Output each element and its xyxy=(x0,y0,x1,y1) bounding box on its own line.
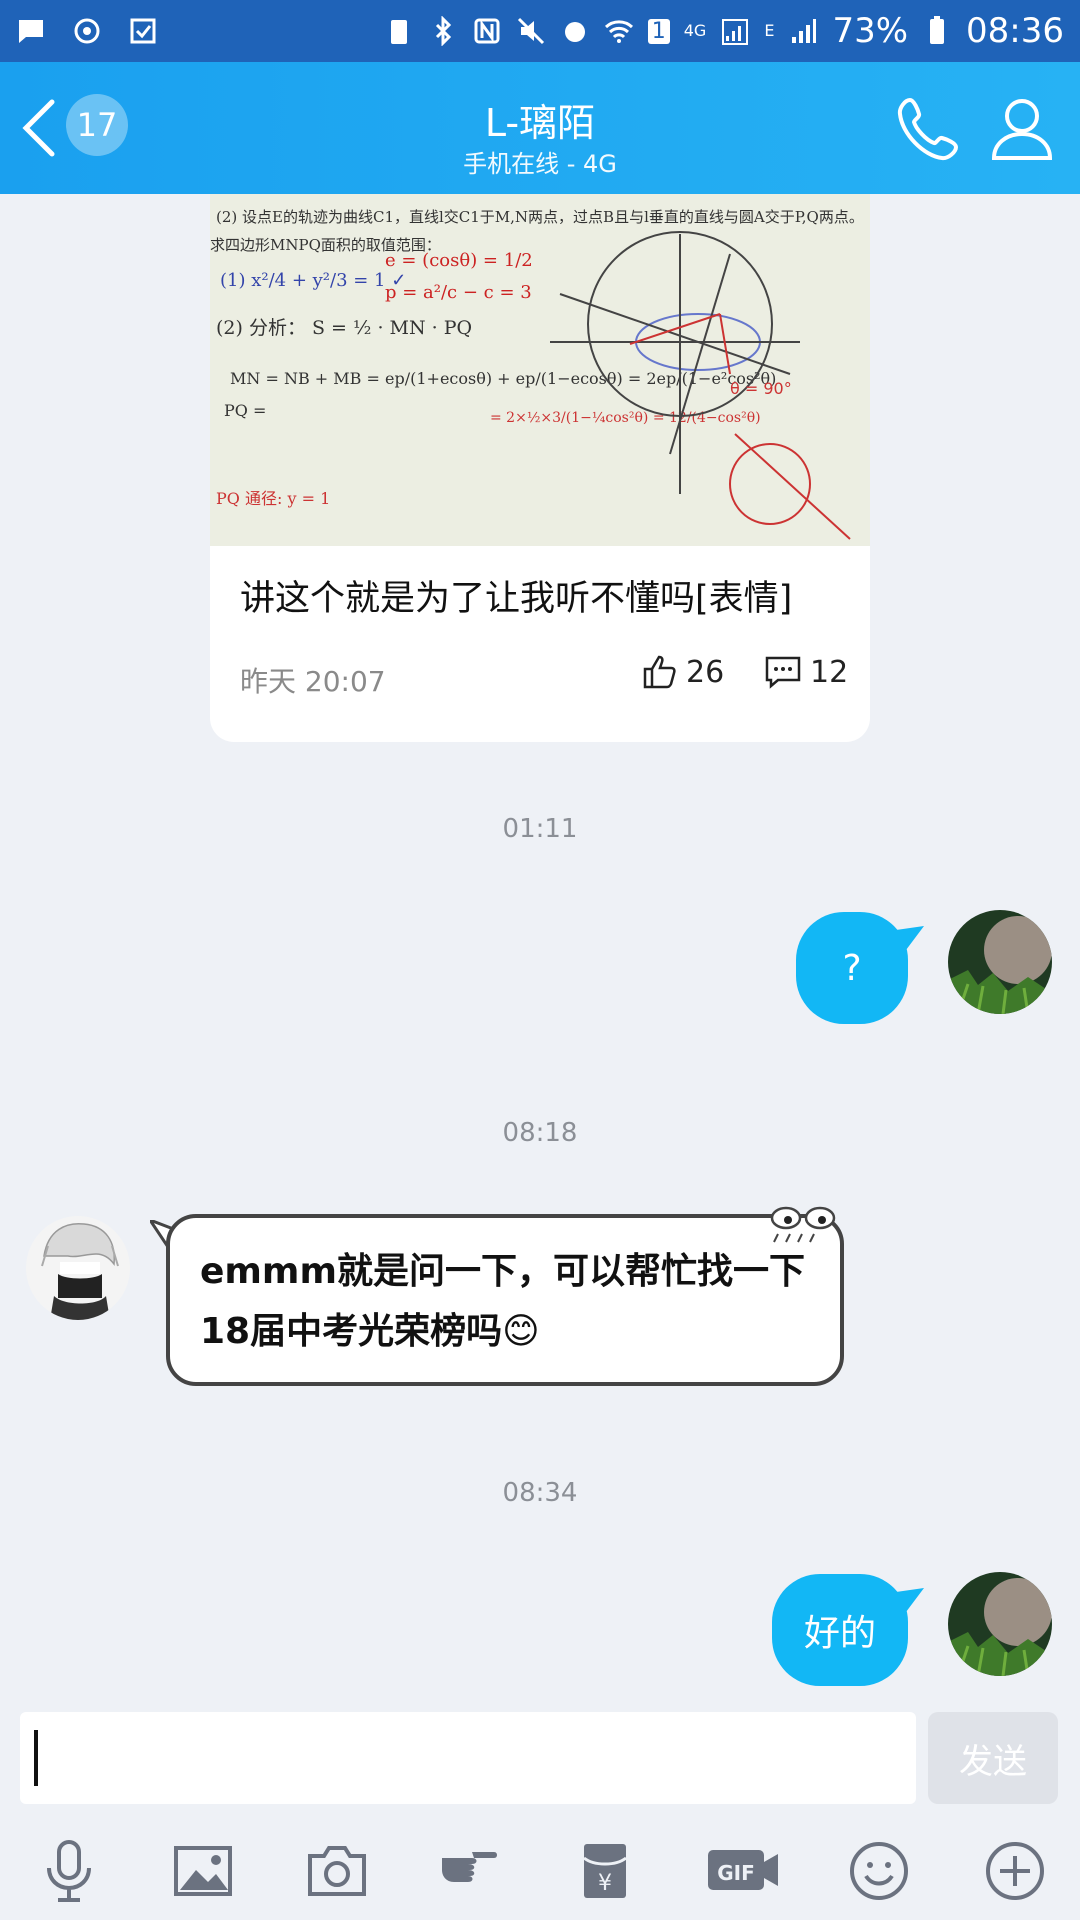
my-avatar[interactable] xyxy=(948,910,1052,1014)
signal-2-icon xyxy=(788,16,818,46)
svg-text:(2) 分析： S = ½ · MN · PQ: (2) 分析： S = ½ · MN · PQ xyxy=(216,317,472,339)
input-toolbar: ¥ GIF xyxy=(0,1820,1080,1920)
bubble-tail xyxy=(896,926,924,950)
image-icon[interactable] xyxy=(170,1838,236,1904)
comment-button[interactable]: 12 xyxy=(764,654,848,690)
message-timestamp: 08:18 xyxy=(502,1118,578,1148)
svg-text:PQ =: PQ = xyxy=(224,401,266,420)
alarm-icon xyxy=(560,16,590,46)
my-avatar[interactable] xyxy=(948,1572,1052,1676)
message-timestamp: 08:34 xyxy=(502,1478,578,1508)
battery-icon xyxy=(922,16,952,46)
message-text: 好的 xyxy=(803,1613,876,1654)
contact-avatar[interactable] xyxy=(26,1216,130,1320)
battery-saver-icon xyxy=(384,16,414,46)
comment-icon xyxy=(765,656,801,689)
like-button[interactable]: 26 xyxy=(642,654,724,690)
sim-badge: 1 xyxy=(647,18,670,44)
svg-text:GIF: GIF xyxy=(717,1861,755,1885)
gif-icon[interactable]: GIF xyxy=(706,1838,782,1904)
my-message-bubble[interactable]: ? xyxy=(796,912,908,1024)
wifi-icon xyxy=(604,16,634,46)
message-text: ? xyxy=(842,947,862,989)
svg-text:(1) x²/4 + y²/3 = 1 ✓: (1) x²/4 + y²/3 = 1 ✓ xyxy=(220,270,406,291)
shared-post-card[interactable]: (2) 设点E的轨迹为曲线C1，直线l交C1于M,N两点，过点B且与l垂直的直线… xyxy=(210,194,870,742)
signal-icon xyxy=(720,16,750,46)
svg-text:e = (cosθ) = 1/2: e = (cosθ) = 1/2 xyxy=(385,250,533,271)
message-input[interactable] xyxy=(20,1712,916,1804)
phone-call-button[interactable] xyxy=(896,94,964,162)
svg-text:PQ 通径: y = 1: PQ 通径: y = 1 xyxy=(216,489,330,508)
math-problem-photo[interactable]: (2) 设点E的轨迹为曲线C1，直线l交C1于M,N两点，过点B且与l垂直的直线… xyxy=(210,194,870,546)
message-notification-icon xyxy=(16,16,46,46)
like-count: 26 xyxy=(686,654,725,690)
bubble-tail xyxy=(896,1588,924,1612)
send-button[interactable]: 发送 xyxy=(928,1712,1058,1804)
sync-notification-icon xyxy=(72,16,102,46)
phone-icon xyxy=(897,97,959,161)
microphone-icon[interactable] xyxy=(36,1838,102,1904)
svg-text:= 2×½×3/(1−¼cos²θ) = 12/(4−cos: = 2×½×3/(1−¼cos²θ) = 12/(4−cos²θ) xyxy=(490,410,761,426)
battery-percent: 73% xyxy=(832,11,909,51)
poke-icon[interactable] xyxy=(438,1838,504,1904)
message-timestamp: 01:11 xyxy=(502,814,578,844)
post-caption: 讲这个就是为了让我听不懂吗[表情] xyxy=(240,579,793,619)
emoji-icon[interactable] xyxy=(846,1838,912,1904)
thumbs-up-icon xyxy=(643,655,676,689)
bubble-decoration-eyes-icon xyxy=(770,1206,836,1243)
svg-text:θ = 90°: θ = 90° xyxy=(730,379,792,398)
plus-icon[interactable] xyxy=(982,1838,1048,1904)
text-cursor xyxy=(34,1730,38,1786)
mute-icon xyxy=(516,16,546,46)
status-bar: 1 4G E 73% 08:36 xyxy=(0,0,1080,62)
profile-button[interactable] xyxy=(990,96,1054,162)
network-4g-label: 4G xyxy=(683,21,707,40)
bluetooth-icon xyxy=(428,16,458,46)
network-e-label: E xyxy=(764,21,775,40)
message-text: emmm就是问一下，可以帮忙找一下18届中考光荣榜吗😊 xyxy=(200,1251,805,1352)
clock: 08:36 xyxy=(966,11,1064,51)
svg-text:p = a²/c − c = 3: p = a²/c − c = 3 xyxy=(385,282,532,303)
photo-text-line1: (2) 设点E的轨迹为曲线C1，直线l交C1于M,N两点，过点B且与l垂直的直线… xyxy=(216,208,864,226)
red-packet-icon[interactable]: ¥ xyxy=(572,1838,638,1904)
contact-message-bubble[interactable]: emmm就是问一下，可以帮忙找一下18届中考光荣榜吗😊 xyxy=(166,1214,844,1386)
camera-icon[interactable] xyxy=(304,1838,370,1904)
my-message-bubble[interactable]: 好的 xyxy=(772,1574,908,1686)
svg-text:¥: ¥ xyxy=(598,1871,612,1896)
person-icon xyxy=(991,99,1053,160)
post-time: 昨天 20:07 xyxy=(240,665,386,698)
task-notification-icon xyxy=(128,16,158,46)
chat-header: 17 L-璃陌 手机在线 - 4G xyxy=(0,62,1080,194)
comment-count: 12 xyxy=(810,654,849,690)
nfc-icon xyxy=(472,16,502,46)
